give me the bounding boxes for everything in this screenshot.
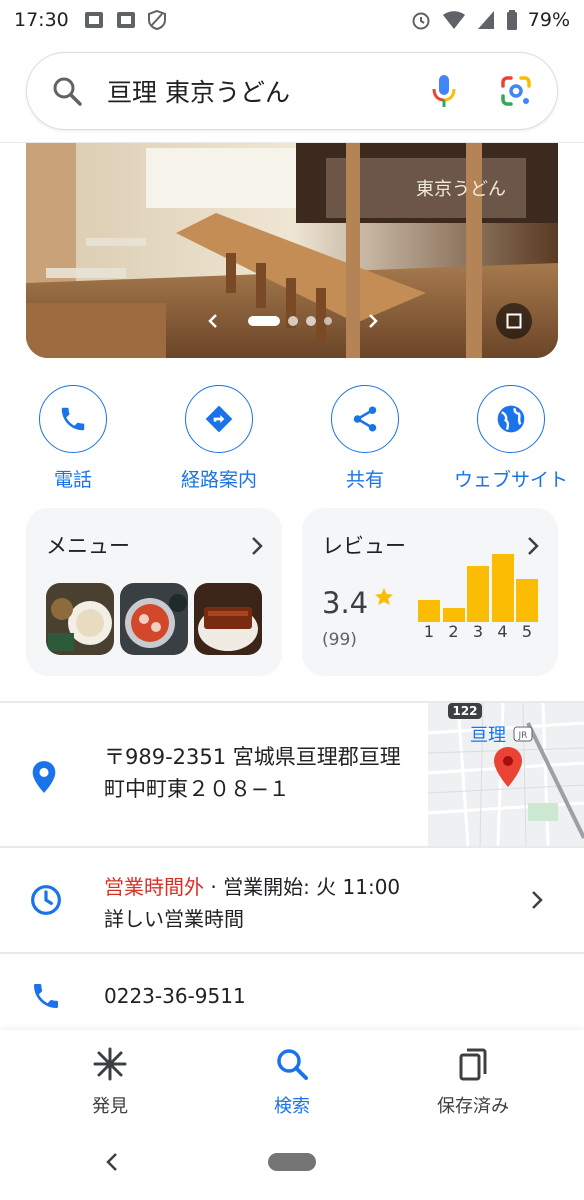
location-pin-icon	[32, 761, 56, 793]
review-title: レビュー	[322, 534, 406, 558]
rail-label: JR	[518, 731, 528, 741]
menu-card[interactable]: メニュー	[26, 508, 282, 676]
share-label: 共有	[345, 469, 384, 491]
nav-discover[interactable]: 発見	[35, 1046, 185, 1118]
hours-row[interactable]	[0, 848, 584, 952]
call-button[interactable]: 電話	[3, 385, 143, 492]
menu-photo[interactable]	[46, 583, 114, 655]
sign-text: 東京うどん	[416, 179, 506, 200]
system-navigation	[0, 1130, 584, 1200]
phone-row[interactable]	[0, 954, 584, 1030]
share-icon	[353, 406, 377, 432]
search-icon[interactable]	[51, 75, 83, 107]
directions-icon	[205, 405, 233, 433]
hours-detail-link[interactable]: 詳しい営業時間	[104, 903, 244, 932]
globe-icon	[497, 405, 525, 433]
signal-icon	[477, 11, 494, 29]
call-label: 電話	[53, 469, 92, 491]
website-button[interactable]: ウェブサイト	[441, 385, 581, 492]
rating-bar-label: 3	[472, 622, 484, 641]
pager-dot	[306, 316, 316, 326]
phone-icon	[61, 407, 85, 431]
nav-saved[interactable]: 保存済み	[398, 1046, 548, 1118]
notification-icon	[84, 12, 103, 28]
back-icon[interactable]	[104, 1152, 120, 1172]
shield-icon	[147, 9, 166, 31]
rating-bar-label: 2	[448, 622, 459, 641]
rating-bar-1	[418, 600, 440, 622]
rating-bar-3	[467, 566, 489, 622]
restaurant-photo[interactable]: 東京うどん	[26, 143, 558, 358]
microphone-icon[interactable]	[429, 73, 459, 109]
rating-bar-label: 4	[497, 622, 508, 641]
star-icon	[375, 588, 393, 605]
home-pill[interactable]	[268, 1153, 316, 1171]
rating-bar-2	[442, 608, 465, 622]
fullscreen-icon	[506, 313, 522, 329]
review-count: (99)	[322, 630, 357, 650]
rating-bar-label: 5	[521, 622, 533, 641]
notification-icon	[116, 12, 135, 28]
menu-photo[interactable]	[120, 583, 188, 655]
share-button[interactable]: 共有	[295, 385, 435, 492]
nav-discover-label: 発見	[92, 1096, 128, 1117]
wifi-icon	[442, 11, 465, 29]
status-bar: 17:30 79%	[0, 0, 584, 40]
rating-bar-5	[516, 579, 538, 622]
clock-icon	[31, 885, 61, 915]
search-icon	[277, 1049, 308, 1080]
discover-icon	[93, 1047, 127, 1081]
carousel-pager	[248, 316, 332, 326]
address-text[interactable]: 〒989-2351 宮城県亘理郡亘理町中町東２０８−１	[104, 741, 414, 805]
rating-bar-label: 1	[423, 622, 435, 641]
closed-status: 営業時間外	[104, 875, 204, 899]
google-lens-icon[interactable]	[499, 74, 533, 108]
directions-label: 経路案内	[180, 469, 257, 491]
menu-title: メニュー	[46, 534, 130, 558]
bottom-navigation: 発見 検索 保存済み	[0, 1030, 584, 1130]
chevron-right-icon	[528, 537, 539, 555]
status-time: 17:30	[14, 9, 69, 31]
alarm-icon	[412, 12, 430, 30]
pager-dot	[324, 317, 332, 325]
menu-photo[interactable]	[194, 583, 262, 655]
carousel-next-icon[interactable]	[366, 313, 380, 329]
expand-photo-button[interactable]	[496, 303, 532, 339]
rating-bar-4	[491, 554, 514, 622]
nav-saved-label: 保存済み	[437, 1096, 509, 1117]
nav-search-label: 検索	[274, 1096, 310, 1117]
route-number: 122	[452, 704, 477, 718]
saved-icon	[459, 1048, 487, 1081]
carousel-prev-icon[interactable]	[206, 313, 220, 329]
rating-distribution: 12345	[418, 554, 542, 641]
pager-dot-active	[248, 316, 280, 326]
battery-level: 79%	[527, 9, 570, 31]
rating-value: 3.4	[322, 586, 369, 620]
search-bar[interactable]: 亘理 東京うどん	[26, 52, 558, 130]
opening-time: · 営業開始: 火 11:00	[204, 875, 401, 899]
action-buttons: 電話 経路案内 共有 ウェブサイト	[0, 385, 584, 491]
chevron-right-icon	[252, 537, 263, 555]
map-place-label: 亘理	[470, 725, 506, 746]
nav-search[interactable]: 検索	[217, 1046, 367, 1118]
phone-icon	[34, 984, 58, 1008]
pager-dot	[288, 316, 298, 326]
directions-button[interactable]: 経路案内	[149, 385, 289, 492]
battery-icon	[506, 10, 517, 30]
hours-status-line: 営業時間外 · 営業開始: 火 11:00	[104, 871, 400, 900]
review-card[interactable]: レビュー 3.4 (99) 12345	[302, 508, 558, 676]
map-thumbnail[interactable]: 122 亘理 JR	[428, 703, 584, 846]
chevron-right-icon	[532, 891, 543, 909]
website-label: ウェブサイト	[453, 469, 568, 491]
search-query[interactable]: 亘理 東京うどん	[107, 73, 429, 109]
phone-number[interactable]: 0223-36-9511	[104, 984, 246, 1008]
